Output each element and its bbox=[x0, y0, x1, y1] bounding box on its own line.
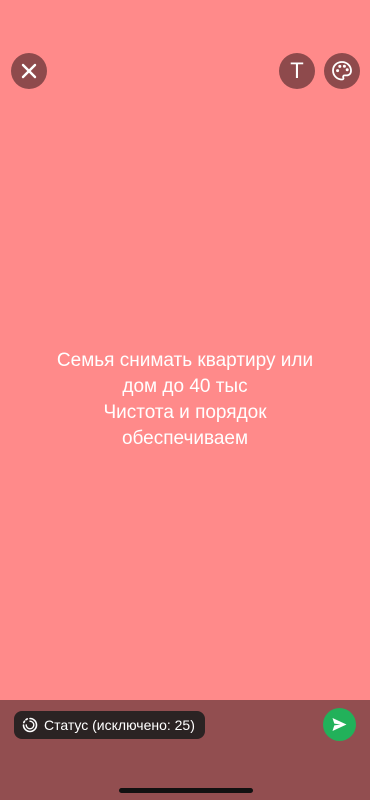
text-tool-label: T bbox=[290, 58, 304, 83]
status-privacy-icon bbox=[22, 717, 38, 733]
home-indicator bbox=[119, 788, 253, 793]
palette-icon bbox=[332, 61, 352, 81]
close-icon bbox=[21, 63, 37, 79]
color-palette-button[interactable] bbox=[324, 53, 360, 89]
send-icon bbox=[332, 718, 347, 731]
status-text[interactable]: Семья снимать квартиру или дом до 40 тыс… bbox=[20, 348, 350, 452]
status-privacy-button[interactable]: Статус (исключено: 25) bbox=[14, 711, 205, 739]
status-editor-screen: T Семья снимать квартиру или дом до 40 т… bbox=[0, 0, 370, 800]
text-tool-button[interactable]: T bbox=[279, 53, 315, 89]
status-privacy-label: Статус (исключено: 25) bbox=[44, 717, 195, 733]
send-button[interactable] bbox=[323, 708, 356, 741]
close-button[interactable] bbox=[11, 53, 47, 89]
